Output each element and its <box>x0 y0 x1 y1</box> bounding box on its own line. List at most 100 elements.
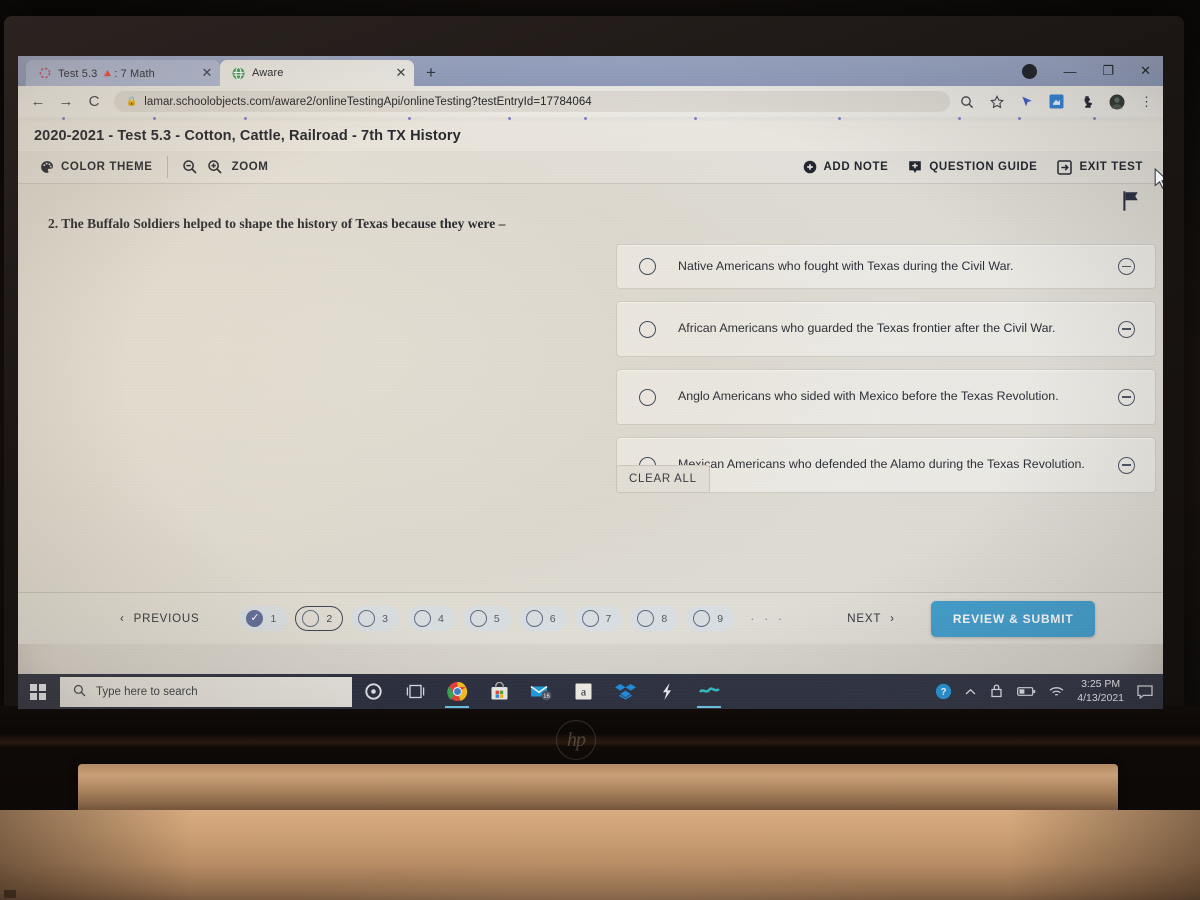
radio-button-a[interactable] <box>639 258 656 275</box>
browser-tab-2[interactable]: Aware ✕ <box>220 60 414 86</box>
battery-icon[interactable] <box>1017 686 1036 697</box>
question-pill-6-label: 6 <box>549 612 556 625</box>
flag-question-button[interactable] <box>1121 190 1141 217</box>
question-pill-5[interactable]: 5 <box>462 606 511 631</box>
answer-choice-a[interactable]: Native Americans who fought with Texas d… <box>616 244 1156 289</box>
empty-circle-icon <box>414 610 432 627</box>
deck-shading <box>0 810 1200 900</box>
taskbar-clock[interactable]: 3:25 PM 4/13/2021 <box>1077 678 1124 704</box>
bookmark-dot-icon <box>408 117 411 120</box>
question-pill-3[interactable]: 3 <box>351 606 400 631</box>
close-window-button[interactable]: ✕ <box>1140 63 1151 79</box>
chevron-left-icon: ‹ <box>120 612 125 625</box>
bookmark-dot-icon <box>153 117 156 120</box>
lightning-app-icon[interactable] <box>646 674 688 709</box>
forward-button[interactable]: → <box>52 89 80 115</box>
empty-circle-icon <box>637 610 655 627</box>
teal-app-icon[interactable] <box>688 674 730 709</box>
minus-circle-icon[interactable] <box>1118 320 1135 338</box>
minus-circle-icon[interactable] <box>1118 456 1135 474</box>
browser-tab-1[interactable]: Test 5.3 🔺: 7 Math ✕ <box>26 60 220 86</box>
browser-tab-1-close-icon[interactable]: ✕ <box>200 65 214 81</box>
mail-icon[interactable]: 16 <box>520 674 562 709</box>
minus-circle-icon[interactable] <box>1118 258 1135 275</box>
address-bar[interactable]: 🔒 lamar.schoolobjects.com/aware2/onlineT… <box>114 91 950 112</box>
answer-choice-d-text: Mexican Americans who defended the Alamo… <box>678 457 1085 472</box>
clear-all-button[interactable]: CLEAR ALL <box>616 465 710 493</box>
review-and-submit-button[interactable]: REVIEW & SUBMIT <box>930 600 1096 637</box>
empty-circle-icon <box>358 610 376 627</box>
action-center-icon[interactable] <box>1137 684 1153 699</box>
zoom-in-icon[interactable] <box>207 159 223 175</box>
browser-tab-2-close-icon[interactable]: ✕ <box>394 65 408 81</box>
help-circle-icon[interactable]: ? <box>935 683 952 700</box>
laptop-screen: Test 5.3 🔺: 7 Math ✕ Aware ✕ + — ❐ ✕ ← →… <box>18 56 1163 709</box>
bookmark-star-icon[interactable] <box>988 93 1005 110</box>
taskbar-search-input[interactable]: Type here to search <box>60 676 352 707</box>
chrome-icon[interactable] <box>436 674 478 709</box>
question-pill-7[interactable]: 7 <box>574 606 623 631</box>
puzzle-extensions-icon[interactable] <box>1078 93 1095 110</box>
microsoft-store-icon[interactable] <box>478 674 520 709</box>
task-view-icon[interactable] <box>394 674 436 709</box>
zoom-out-icon[interactable] <box>182 159 198 175</box>
zoom-control[interactable]: ZOOM <box>172 151 279 183</box>
chevron-up-icon[interactable] <box>965 688 976 696</box>
exit-test-button[interactable]: EXIT TEST <box>1047 159 1153 175</box>
windows-start-icon[interactable] <box>18 674 58 709</box>
question-body: 2. The Buffalo Soldiers helped to shape … <box>18 184 1163 644</box>
color-theme-button[interactable]: COLOR THEME <box>30 151 163 183</box>
taskbar-search-placeholder: Type here to search <box>96 685 198 698</box>
blue-extension-icon[interactable] <box>1048 93 1065 110</box>
question-pill-4[interactable]: 4 <box>407 606 455 631</box>
minus-circle-icon[interactable] <box>1118 388 1135 406</box>
add-note-button[interactable]: ADD NOTE <box>793 160 899 174</box>
pointer-extension-icon[interactable] <box>1018 93 1035 110</box>
question-text: 2. The Buffalo Soldiers helped to shape … <box>48 212 568 235</box>
question-pill-2[interactable]: 2 <box>295 606 344 631</box>
mouse-cursor <box>1154 167 1163 195</box>
question-guide-button[interactable]: QUESTION GUIDE <box>898 160 1047 174</box>
wifi-icon[interactable] <box>1049 686 1064 698</box>
laptop-deck <box>0 810 1200 900</box>
next-button[interactable]: NEXT › <box>847 613 895 625</box>
question-pill-8[interactable]: 8 <box>630 606 679 631</box>
taskbar-app-icons: 16 a <box>394 674 730 709</box>
onedrive-icon[interactable] <box>989 684 1004 699</box>
cortana-circle-icon[interactable] <box>352 674 394 709</box>
maximize-button[interactable]: ❐ <box>1102 63 1114 79</box>
browser-omnibox-bar: ← → C 🔒 lamar.schoolobjects.com/aware2/o… <box>18 86 1163 117</box>
three-dot-menu-icon[interactable]: ⋮ <box>1138 93 1155 110</box>
reload-button[interactable]: C <box>80 89 108 115</box>
back-button[interactable]: ← <box>24 89 52 115</box>
bookmark-dot-icon <box>1093 117 1096 120</box>
empty-circle-icon <box>525 610 543 627</box>
new-tab-button[interactable]: + <box>418 60 444 86</box>
question-prompt: The Buffalo Soldiers helped to shape the… <box>61 216 506 231</box>
answer-choice-c[interactable]: Anglo Americans who sided with Mexico be… <box>616 369 1156 425</box>
more-questions-ellipsis[interactable]: · · · <box>750 611 785 626</box>
empty-circle-icon <box>693 610 711 627</box>
minimize-button[interactable]: — <box>1063 64 1076 79</box>
previous-label: PREVIOUS <box>133 612 200 625</box>
answer-choice-c-text: Anglo Americans who sided with Mexico be… <box>678 389 1059 404</box>
window-extra-dot-icon[interactable] <box>1022 63 1038 79</box>
page-search-icon[interactable] <box>958 93 975 110</box>
radio-button-b[interactable] <box>639 320 656 338</box>
radio-button-c[interactable] <box>639 388 656 406</box>
bookmark-dot-icon <box>244 117 247 120</box>
bookmark-dot-icon <box>584 117 587 120</box>
question-pill-9[interactable]: 9 <box>686 606 735 631</box>
empty-circle-icon <box>469 610 487 627</box>
check-circle-icon <box>246 610 264 627</box>
hp-logo: hp <box>556 720 596 760</box>
next-label: NEXT <box>847 612 882 625</box>
question-pill-1[interactable]: 1 <box>239 606 288 631</box>
dropbox-icon[interactable] <box>604 674 646 709</box>
amazon-icon[interactable]: a <box>562 674 604 709</box>
question-pill-6[interactable]: 6 <box>518 606 567 631</box>
answer-choice-b[interactable]: African Americans who guarded the Texas … <box>616 301 1156 357</box>
clock-time: 3:25 PM <box>1081 678 1121 691</box>
profile-avatar-icon[interactable] <box>1108 93 1125 110</box>
previous-button[interactable]: ‹ PREVIOUS <box>120 613 199 625</box>
